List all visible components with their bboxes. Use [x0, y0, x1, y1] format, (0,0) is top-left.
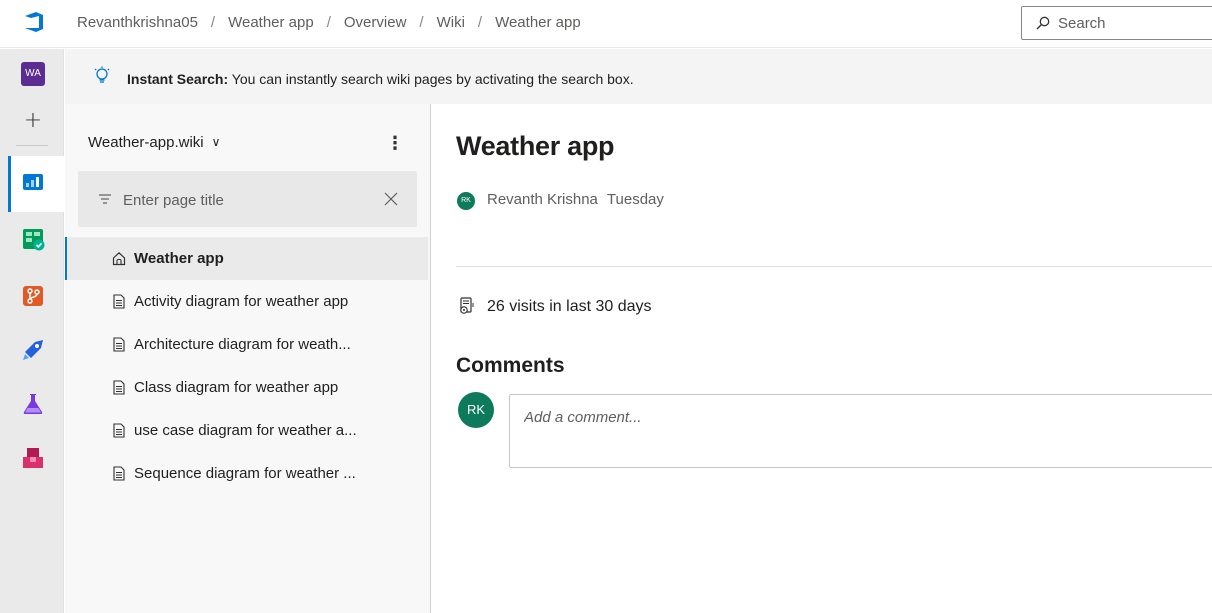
page-filter-input[interactable]	[123, 190, 363, 210]
top-bar: Revanthkrishna05 / Weather app / Overview / Wi…	[0, 0, 1212, 48]
azure-devops-logo-icon[interactable]	[22, 10, 46, 34]
page-tree-item-label: Class diagram for weather app	[134, 379, 339, 396]
wiki-name: Weather-app.wiki	[88, 134, 204, 151]
comment-input[interactable]	[524, 409, 1184, 449]
breadcrumb-separator: /	[477, 14, 483, 31]
pipelines-icon[interactable]	[21, 338, 45, 362]
breadcrumb-separator: /	[326, 14, 331, 31]
page-tree-item[interactable]: Weather app	[65, 237, 428, 280]
page-icon	[113, 294, 125, 309]
author-avatar[interactable]: RK	[457, 192, 475, 210]
wiki-selector[interactable]: Weather-app.wiki ∨	[88, 134, 220, 151]
page-filter[interactable]	[78, 171, 417, 227]
wiki-page-content: Weather app RK Revanth Krishna Tuesday 26…	[432, 104, 1212, 613]
wiki-sidebar: Weather-app.wiki ∨ ⋮ Weather app	[65, 104, 431, 613]
lightbulb-icon	[94, 66, 110, 83]
rail-divider	[16, 145, 48, 146]
search-icon	[1036, 16, 1050, 30]
page-tree-item-label: Activity diagram for weather app	[134, 293, 349, 310]
chevron-down-icon: ∨	[211, 135, 221, 149]
home-icon	[112, 251, 126, 266]
comment-box[interactable]	[509, 394, 1212, 468]
page-tree-item[interactable]: Class diagram for weather app	[65, 366, 428, 409]
divider	[456, 266, 1212, 267]
page-tree-item[interactable]: Sequence diagram for weather ...	[65, 452, 428, 495]
page-meta: Revanth Krishna Tuesday	[487, 191, 664, 208]
artifacts-icon[interactable]	[21, 446, 45, 470]
page-tree-item[interactable]: use case diagram for weather a...	[65, 409, 428, 452]
page-tree-item-label: Weather app	[134, 250, 224, 267]
breadcrumb-overview[interactable]: Overview	[344, 14, 407, 31]
page-icon	[113, 380, 125, 395]
banner-title: Instant Search:	[127, 71, 229, 87]
page-icon	[113, 466, 125, 481]
avatar: RK	[458, 392, 494, 428]
breadcrumb-org[interactable]: Revanthkrishna05	[77, 14, 198, 31]
last-edited-date: Tuesday	[606, 191, 664, 208]
author-name[interactable]: Revanth Krishna	[487, 191, 598, 208]
breadcrumb-separator: /	[210, 14, 216, 31]
comments-heading: Comments	[456, 354, 565, 377]
new-item-button[interactable]: +	[22, 110, 44, 132]
page-tree-item-label: use case diagram for weather a...	[134, 422, 357, 439]
page-tree-item[interactable]: Activity diagram for weather app	[65, 280, 428, 323]
repos-icon[interactable]	[21, 284, 45, 308]
more-options-icon[interactable]: ⋮	[385, 132, 405, 154]
page-tree-item-label: Sequence diagram for weather ...	[134, 465, 356, 482]
left-nav-rail: WA +	[0, 49, 64, 613]
search-box[interactable]	[1021, 6, 1212, 40]
close-icon[interactable]	[382, 190, 400, 208]
filter-icon	[99, 194, 111, 204]
page-icon	[113, 423, 125, 438]
overview-icon[interactable]	[21, 170, 45, 194]
breadcrumb-page[interactable]: Weather app	[495, 14, 581, 31]
rail-active-indicator	[8, 156, 11, 212]
search-input[interactable]	[1058, 13, 1208, 33]
page-visits-count: 26 visits in last 30 days	[487, 298, 652, 315]
breadcrumb-project[interactable]: Weather app	[228, 14, 314, 31]
boards-icon[interactable]	[21, 227, 45, 251]
project-badge[interactable]: WA	[21, 62, 45, 86]
page-icon	[113, 337, 125, 352]
page-title: Weather app	[456, 131, 615, 161]
breadcrumb: Revanthkrishna05 / Weather app / Overview / Wi…	[77, 14, 581, 31]
breadcrumb-wiki[interactable]: Wiki	[437, 14, 465, 31]
page-visits-icon	[460, 297, 474, 314]
instant-search-banner: Instant Search: You can instantly search…	[65, 49, 1212, 104]
test-plans-icon[interactable]	[21, 392, 45, 416]
banner-message: Instant Search: You can instantly search…	[127, 71, 634, 87]
breadcrumb-separator: /	[419, 14, 424, 31]
banner-text: You can instantly search wiki pages by a…	[228, 71, 634, 87]
page-tree-item-label: Architecture diagram for weath...	[134, 336, 351, 353]
page-tree-item[interactable]: Architecture diagram for weath...	[65, 323, 428, 366]
